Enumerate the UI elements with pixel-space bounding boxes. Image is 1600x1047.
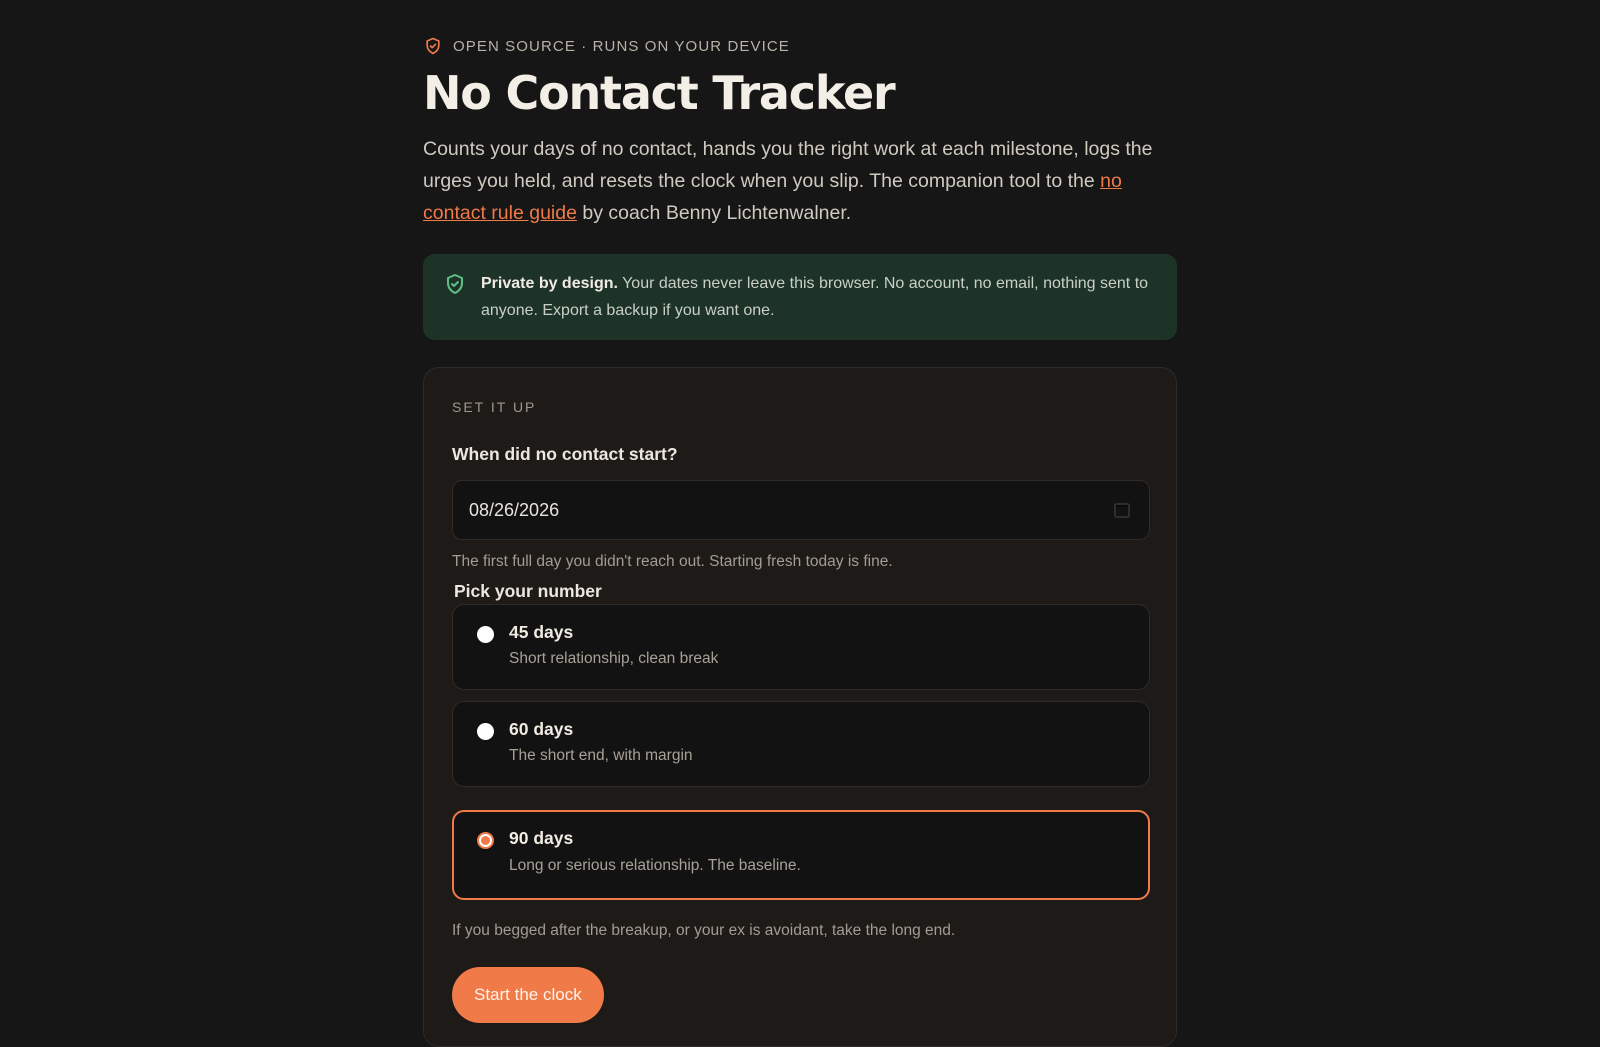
option-title: 45 days [509, 622, 574, 642]
intro-after: by coach Benny Lichtenwalner. [576, 202, 852, 224]
radio-90-days[interactable] [477, 832, 494, 849]
option-60-days[interactable]: 60 days The short end, with margin [452, 701, 1150, 787]
option-desc: Long or serious relationship. The baseli… [509, 857, 801, 874]
radio-60-days[interactable] [477, 723, 494, 740]
section-label: SET IT UP [452, 399, 537, 415]
eyebrow-text: OPEN SOURCE · RUNS ON YOUR DEVICE [453, 37, 790, 55]
start-clock-button[interactable]: Start the clock [452, 967, 604, 1023]
page-title: No Contact Tracker [423, 66, 896, 120]
shield-check-icon [426, 37, 440, 55]
setup-card: SET IT UP When did no contact start? 08/… [423, 367, 1177, 1047]
pick-number-label: Pick your number [454, 581, 602, 601]
shield-check-icon [447, 274, 463, 294]
start-date-hint: The first full day you didn't reach out.… [452, 553, 893, 570]
pick-number-hint: If you begged after the breakup, or your… [452, 922, 956, 939]
option-desc: Short relationship, clean break [509, 650, 719, 667]
intro-text: Counts your days of no contact, hands yo… [423, 133, 1163, 229]
start-date-label: When did no contact start? [452, 444, 678, 464]
option-desc: The short end, with margin [509, 747, 693, 764]
intro-before: Counts your days of no contact, hands yo… [423, 138, 1153, 192]
start-date-input[interactable]: 08/26/2026 [452, 480, 1150, 540]
start-date-value: 08/26/2026 [469, 499, 560, 520]
option-45-days[interactable]: 45 days Short relationship, clean break [452, 604, 1150, 690]
radio-45-days[interactable] [477, 626, 494, 643]
privacy-bold: Private by design. [481, 275, 618, 292]
option-title: 90 days [509, 828, 574, 848]
calendar-icon[interactable] [1113, 501, 1131, 519]
option-90-days[interactable]: 90 days Long or serious relationship. Th… [452, 810, 1150, 900]
eyebrow: OPEN SOURCE · RUNS ON YOUR DEVICE [423, 36, 790, 56]
privacy-notice: Private by design. Your dates never leav… [423, 254, 1177, 340]
option-title: 60 days [509, 719, 574, 739]
